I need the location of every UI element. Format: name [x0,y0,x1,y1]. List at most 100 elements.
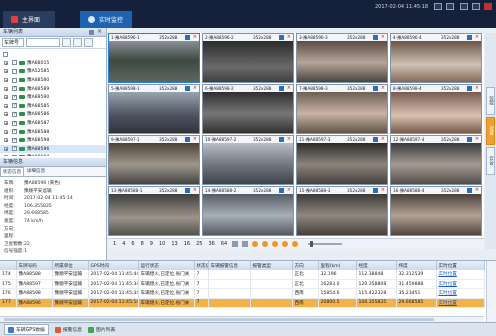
expand-toggle[interactable]: + [4,155,8,156]
video-cell[interactable]: 13-豫A88588-1 352x288 × [108,186,200,236]
video-cell[interactable]: 1-豫A88596-1 352x288 × [108,33,200,83]
vehicle-checkbox[interactable] [12,68,17,74]
close-icon[interactable]: × [381,85,385,92]
tab-status-info[interactable]: 状态信息 [0,167,24,176]
column-header[interactable]: 方向 [292,261,319,270]
snapshot-icon[interactable] [279,86,284,91]
table-row[interactable]: 175 豫A88597 豫顺平安运输 2017-02-04 11:45:34 车辆熄火,… [0,279,485,290]
layout-6-button[interactable]: 6 [130,241,135,247]
vehicle-tree-item[interactable]: + 豫A88004 [0,153,106,156]
expand-toggle[interactable]: + [4,129,8,134]
vehicle-checkbox[interactable] [12,129,17,135]
vehicle-checkbox[interactable] [12,137,17,143]
vehicle-checkbox[interactable] [12,120,17,126]
layout-4-button[interactable]: 4 [121,241,126,247]
column-header[interactable]: 运行状态 [138,261,195,270]
layout-10-button[interactable]: 10 [158,241,166,247]
column-header[interactable]: 报警类型 [250,261,293,270]
playback-control-icon[interactable] [252,241,259,247]
snapshot-icon[interactable] [467,35,472,40]
volume-slider-knob[interactable] [310,241,314,247]
close-icon[interactable]: × [381,136,385,143]
video-cell[interactable]: 11-豫A88597-3 352x288 × [296,135,388,185]
search-type-select[interactable]: 车牌号 [2,38,24,47]
vehicle-checkbox[interactable] [12,103,17,109]
column-header[interactable]: 车辆报警信息 [208,261,251,270]
realtime-location-link[interactable]: 实时位置 [436,298,485,309]
column-header[interactable]: 状态信息 [194,261,209,270]
layout-36-button[interactable]: 36 [207,241,215,247]
realtime-location-link[interactable]: 实时位置 [436,279,485,290]
lock-icon[interactable] [446,3,454,10]
realtime-location-link[interactable]: 实时位置 [436,270,485,280]
pin-icon[interactable] [89,30,94,35]
expand-toggle[interactable]: + [4,146,8,151]
vehicle-checkbox[interactable] [3,51,8,57]
tab-main-interface[interactable]: 主界面 [3,11,55,28]
playback-control-icon[interactable] [272,241,279,247]
vehicle-tree-item[interactable]: + 豫A88015 [0,59,106,68]
snapshot-icon[interactable] [279,188,284,193]
close-button[interactable] [484,3,492,10]
snapshot-icon[interactable] [279,35,284,40]
snapshot-icon[interactable] [373,86,378,91]
column-header[interactable]: 里程(km) [318,261,357,270]
tab-vehicle-gps-data[interactable]: 车辆GPS数据 [4,324,49,335]
layout-64-button[interactable]: 64 [220,241,228,247]
playback-control-icon[interactable] [292,241,299,247]
video-cell[interactable]: 5-豫A88598-1 352x288 × [108,84,200,134]
close-icon[interactable]: × [193,85,197,92]
expand-toggle[interactable]: + [4,121,8,126]
vehicle-tree-item[interactable]: + 豫A88587 [0,119,106,128]
close-icon[interactable]: × [193,136,197,143]
close-icon[interactable]: × [381,34,385,41]
video-cell[interactable]: 3-豫A88596-3 352x288 × [296,33,388,83]
close-icon[interactable]: × [475,136,479,143]
expand-toggle[interactable]: + [4,138,8,143]
vehicle-checkbox[interactable] [12,146,17,152]
snapshot-icon[interactable] [467,188,472,193]
vehicle-tree-item[interactable]: + 豫A88585 [0,102,106,111]
close-icon[interactable]: × [287,136,291,143]
expand-toggle[interactable]: + [4,78,8,83]
video-cell[interactable]: 10-豫A88597-2 352x288 × [202,135,294,185]
snapshot-icon[interactable] [373,188,378,193]
column-header[interactable]: 纬度 [396,261,437,270]
video-cell[interactable]: 8-豫A88598-4 352x288 × [390,84,482,134]
column-header[interactable]: 经度 [356,261,397,270]
tab-detail-info[interactable]: 详细信息 [24,167,48,176]
tab-realtime-monitor[interactable]: 实时监控 [80,11,132,28]
table-row[interactable]: 176 豫A88598 豫顺平安运输 2017-02-04 11:45:34 车辆熄火,… [0,288,485,299]
vehicle-checkbox[interactable] [12,154,17,156]
grid-tool-icon[interactable] [232,241,239,247]
table-row[interactable]: 177 豫A88596 豫顺平安运输 2017-02-04 11:45:14 车辆熄火,… [0,298,485,309]
snapshot-icon[interactable] [185,35,190,40]
vehicle-checkbox[interactable] [12,86,17,92]
column-header[interactable]: 实时位置 [436,261,485,270]
close-icon[interactable]: × [97,29,103,35]
video-cell[interactable]: 12-豫A88597-4 352x288 × [390,135,482,185]
close-icon[interactable]: × [287,34,291,41]
snapshot-icon[interactable] [373,35,378,40]
vehicle-tree-item[interactable]: + 豫A88590 [0,93,106,102]
scroll-thumb[interactable] [4,318,434,321]
close-icon[interactable]: × [287,85,291,92]
video-cell[interactable]: 4-豫A88596-4 352x288 × [390,33,482,83]
expand-toggle[interactable]: + [4,103,8,108]
vehicle-checkbox[interactable] [12,77,17,83]
snapshot-icon[interactable] [185,86,190,91]
close-icon[interactable]: × [193,187,197,194]
search-input[interactable] [26,38,60,47]
refresh-button[interactable] [84,38,93,47]
expand-toggle[interactable]: + [4,69,8,74]
volume-slider[interactable] [308,241,343,247]
vehicle-tree-item[interactable]: + 豫A88588 [0,127,106,136]
snapshot-icon[interactable] [185,188,190,193]
tab-alarm-info[interactable]: 报警信息 [54,326,82,333]
playback-control-icon[interactable] [282,241,289,247]
vehicle-checkbox[interactable] [12,94,17,100]
vehicle-checkbox[interactable] [12,111,17,117]
tree-root-node[interactable] [0,50,106,59]
filter-button[interactable] [73,38,82,47]
column-header[interactable]: GPS时间 [88,261,139,270]
